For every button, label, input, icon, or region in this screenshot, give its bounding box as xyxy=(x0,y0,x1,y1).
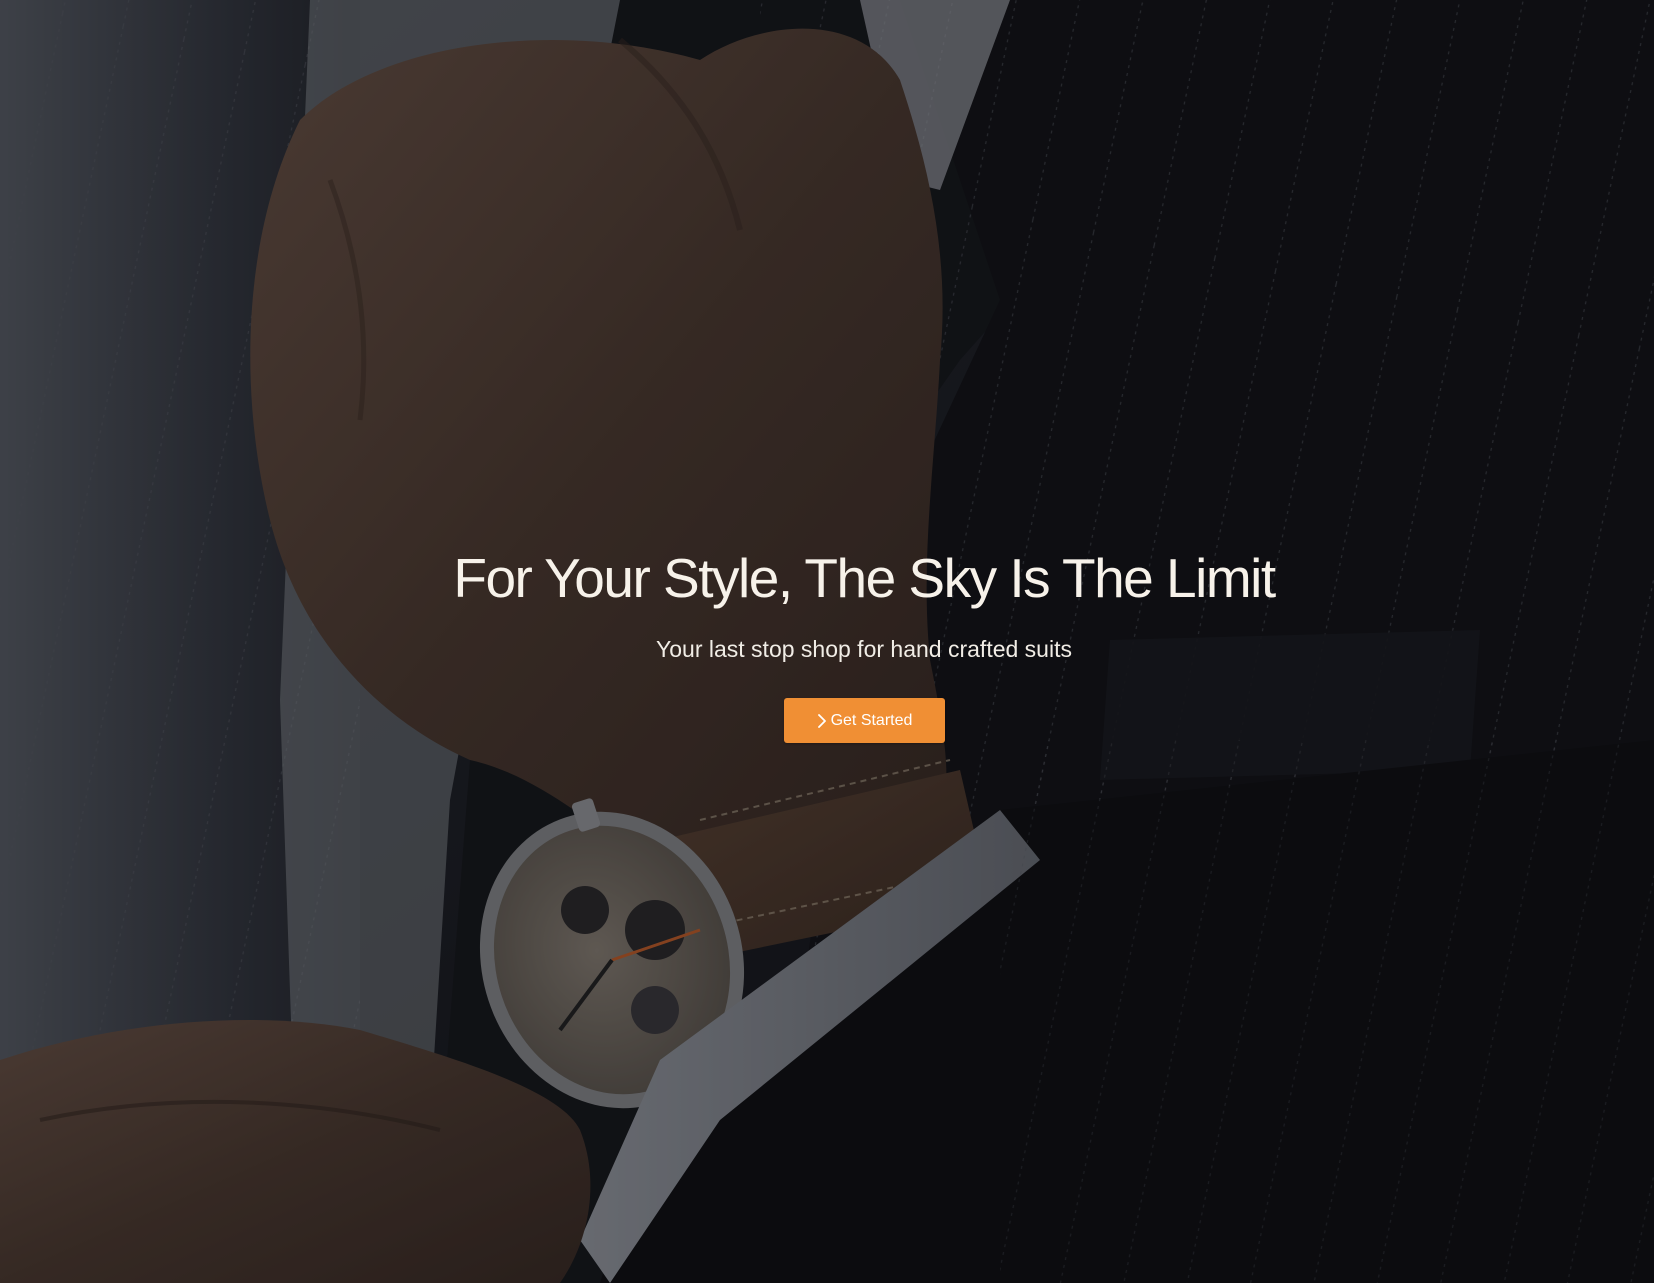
get-started-label: Get Started xyxy=(830,711,913,729)
hero-section: For Your Style, The Sky Is The Limit You… xyxy=(0,0,1654,1283)
hero-dark-overlay xyxy=(0,0,1654,1283)
chevron-right-icon xyxy=(817,713,827,728)
get-started-button[interactable]: Get Started xyxy=(784,698,945,743)
